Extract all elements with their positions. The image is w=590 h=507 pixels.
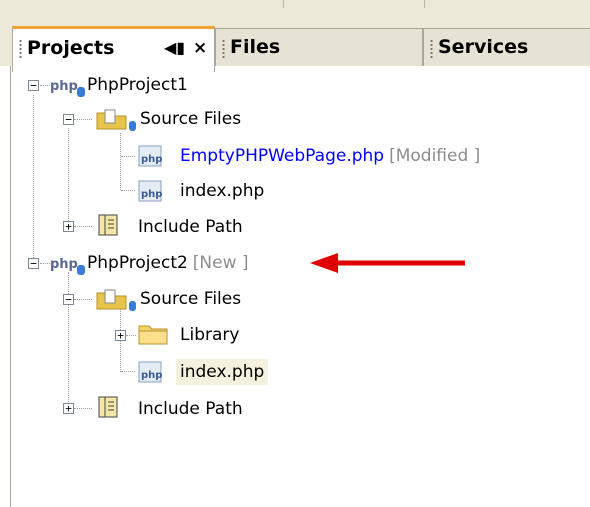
tab-label: Projects <box>27 37 115 59</box>
tree-node-source-files[interactable]: Source Files <box>140 104 241 134</box>
php-logo-text: php <box>50 79 78 94</box>
tree-connector <box>126 335 136 336</box>
php-logo-text: php <box>50 257 78 272</box>
file-status: [Modified ] <box>389 146 481 166</box>
php-file-icon: php <box>138 361 162 383</box>
expand-toggle[interactable]: + <box>63 221 74 232</box>
tree-connector <box>68 128 69 225</box>
tree-node-include-path[interactable]: Include Path <box>138 212 243 242</box>
tree-node-file[interactable]: index.php <box>180 176 264 206</box>
expand-toggle[interactable]: + <box>63 403 74 414</box>
tree-connector <box>74 408 92 409</box>
php-file-label: php <box>141 189 162 200</box>
collapse-toggle[interactable]: − <box>63 294 74 305</box>
toolbar-separator <box>283 0 284 8</box>
tab-label: Services <box>438 36 529 58</box>
tree-connector <box>121 156 135 157</box>
tree-connector <box>121 371 135 372</box>
close-icon[interactable]: × <box>193 29 207 67</box>
project-badge <box>77 265 85 275</box>
tree-node-library[interactable]: Library <box>180 320 239 350</box>
php-file-icon: php <box>138 180 162 202</box>
include-path-icon <box>98 214 118 236</box>
php-project-icon: php <box>50 79 85 97</box>
project-badge <box>77 87 85 97</box>
file-name: index.php <box>176 359 269 385</box>
tree-node-include-path[interactable]: Include Path <box>138 394 243 424</box>
tree-connector <box>121 190 135 191</box>
minimize-icon[interactable]: ◀▮ <box>164 29 185 67</box>
drag-grip-icon[interactable] <box>222 39 225 59</box>
source-folder-icon <box>96 289 136 311</box>
expand-toggle[interactable]: + <box>115 330 126 341</box>
tree-node-file[interactable]: EmptyPHPWebPage.php [Modified ] <box>180 141 480 171</box>
project-name: PhpProject1 <box>87 75 188 95</box>
project-name: PhpProject2 <box>87 253 188 273</box>
project-status: [New ] <box>192 253 249 273</box>
collapse-toggle[interactable]: − <box>28 258 39 269</box>
folder-icon <box>138 325 168 345</box>
panel-tab-bar: Projects ◀▮ × Files Services <box>0 12 590 72</box>
folder-label: Library <box>180 325 240 345</box>
tree-node-project2[interactable]: PhpProject2 [New ] <box>87 248 249 278</box>
folder-label: Source Files <box>140 289 242 309</box>
file-name: index.php <box>180 181 265 201</box>
include-path-label: Include Path <box>138 217 243 237</box>
collapse-toggle[interactable]: − <box>63 114 74 125</box>
tree-connector <box>40 85 50 86</box>
tree-connector <box>74 226 92 227</box>
tree-node-source-files[interactable]: Source Files <box>140 284 241 314</box>
tab-files[interactable]: Files <box>215 28 423 68</box>
folder-label: Source Files <box>140 109 242 129</box>
tab-label: Files <box>230 36 281 58</box>
tab-projects[interactable]: Projects ◀▮ × <box>12 26 215 72</box>
php-project-icon: php <box>50 257 85 275</box>
include-path-label: Include Path <box>138 399 243 419</box>
tree-connector <box>120 133 121 190</box>
tree-connector <box>40 263 50 264</box>
drag-grip-icon[interactable] <box>430 39 433 59</box>
tree-connector <box>33 95 34 258</box>
php-file-icon: php <box>138 145 162 167</box>
tree-node-project1[interactable]: PhpProject1 <box>87 70 188 100</box>
annotation-arrow-icon <box>310 253 465 273</box>
tree-node-file-selected[interactable]: index.php <box>176 357 269 387</box>
tab-services[interactable]: Services <box>423 28 590 68</box>
tree-connector <box>74 299 92 300</box>
include-path-icon <box>98 396 118 418</box>
file-name: EmptyPHPWebPage.php <box>180 146 385 166</box>
collapse-toggle[interactable]: − <box>28 80 39 91</box>
toolbar-separator <box>424 0 425 8</box>
php-file-label: php <box>141 370 162 381</box>
source-folder-icon <box>96 109 136 131</box>
php-file-label: php <box>141 154 162 165</box>
drag-grip-icon[interactable] <box>19 39 22 59</box>
tree-connector <box>74 119 92 120</box>
